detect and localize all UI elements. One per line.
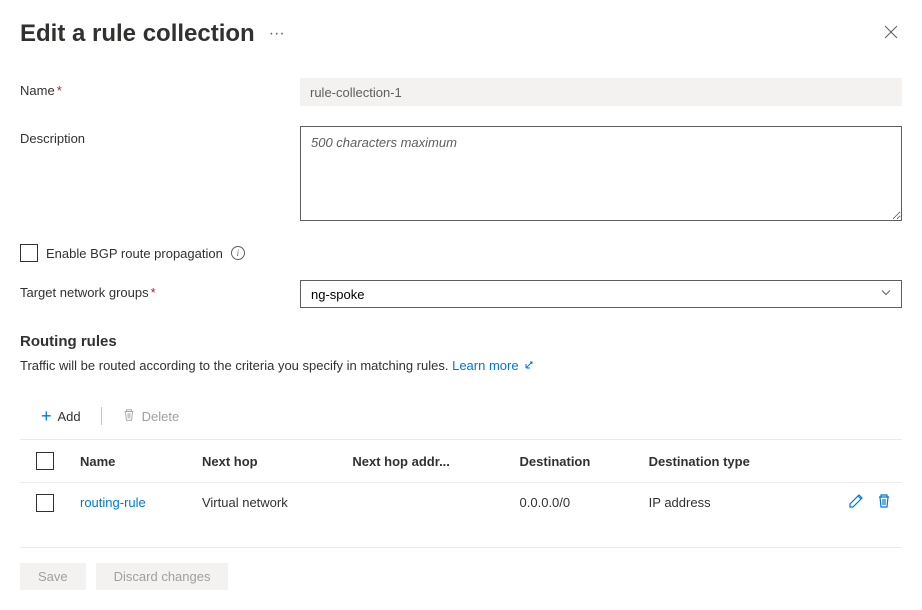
info-icon[interactable]: i	[231, 246, 245, 260]
save-button[interactable]: Save	[20, 563, 86, 590]
row-checkbox[interactable]	[36, 494, 54, 512]
page-title: Edit a rule collection	[20, 20, 255, 48]
column-destination-type: Destination type	[639, 440, 811, 483]
column-destination: Destination	[510, 440, 639, 483]
column-next-hop: Next hop	[192, 440, 342, 483]
description-label: Description	[20, 126, 280, 146]
name-input[interactable]	[300, 78, 902, 106]
required-star-icon: *	[57, 83, 62, 98]
target-groups-label: Target network groups*	[20, 280, 280, 300]
learn-more-link[interactable]: Learn more	[452, 358, 534, 373]
bgp-label: Enable BGP route propagation	[46, 246, 223, 261]
column-name: Name	[70, 440, 192, 483]
rule-destination: 0.0.0.0/0	[510, 483, 639, 523]
routing-rules-heading: Routing rules	[20, 333, 902, 350]
rule-next-hop-addr	[342, 483, 509, 523]
plus-icon: +	[41, 407, 52, 425]
toolbar-divider	[101, 407, 102, 425]
bgp-checkbox[interactable]	[20, 244, 38, 262]
routing-rules-description: Traffic will be routed according to the …	[20, 358, 902, 373]
rule-destination-type: IP address	[639, 483, 811, 523]
select-all-checkbox[interactable]	[36, 452, 54, 470]
delete-icon[interactable]	[876, 493, 892, 512]
rule-name-link[interactable]: routing-rule	[80, 495, 146, 510]
trash-icon	[122, 408, 136, 425]
table-row: routing-rule Virtual network 0.0.0.0/0 I…	[20, 483, 902, 523]
column-next-hop-addr: Next hop addr...	[342, 440, 509, 483]
discard-button[interactable]: Discard changes	[96, 563, 229, 590]
routing-rules-table: Name Next hop Next hop addr... Destinati…	[20, 439, 902, 522]
edit-icon[interactable]	[848, 493, 864, 512]
description-textarea[interactable]	[300, 126, 902, 221]
name-label: Name*	[20, 78, 280, 98]
required-star-icon: *	[151, 285, 156, 300]
more-icon[interactable]: ···	[269, 25, 285, 43]
delete-button: Delete	[116, 404, 186, 429]
close-icon[interactable]	[880, 21, 902, 48]
target-groups-select[interactable]	[300, 280, 902, 308]
rule-next-hop: Virtual network	[192, 483, 342, 523]
external-link-icon	[521, 361, 534, 373]
add-button[interactable]: + Add	[35, 403, 87, 429]
